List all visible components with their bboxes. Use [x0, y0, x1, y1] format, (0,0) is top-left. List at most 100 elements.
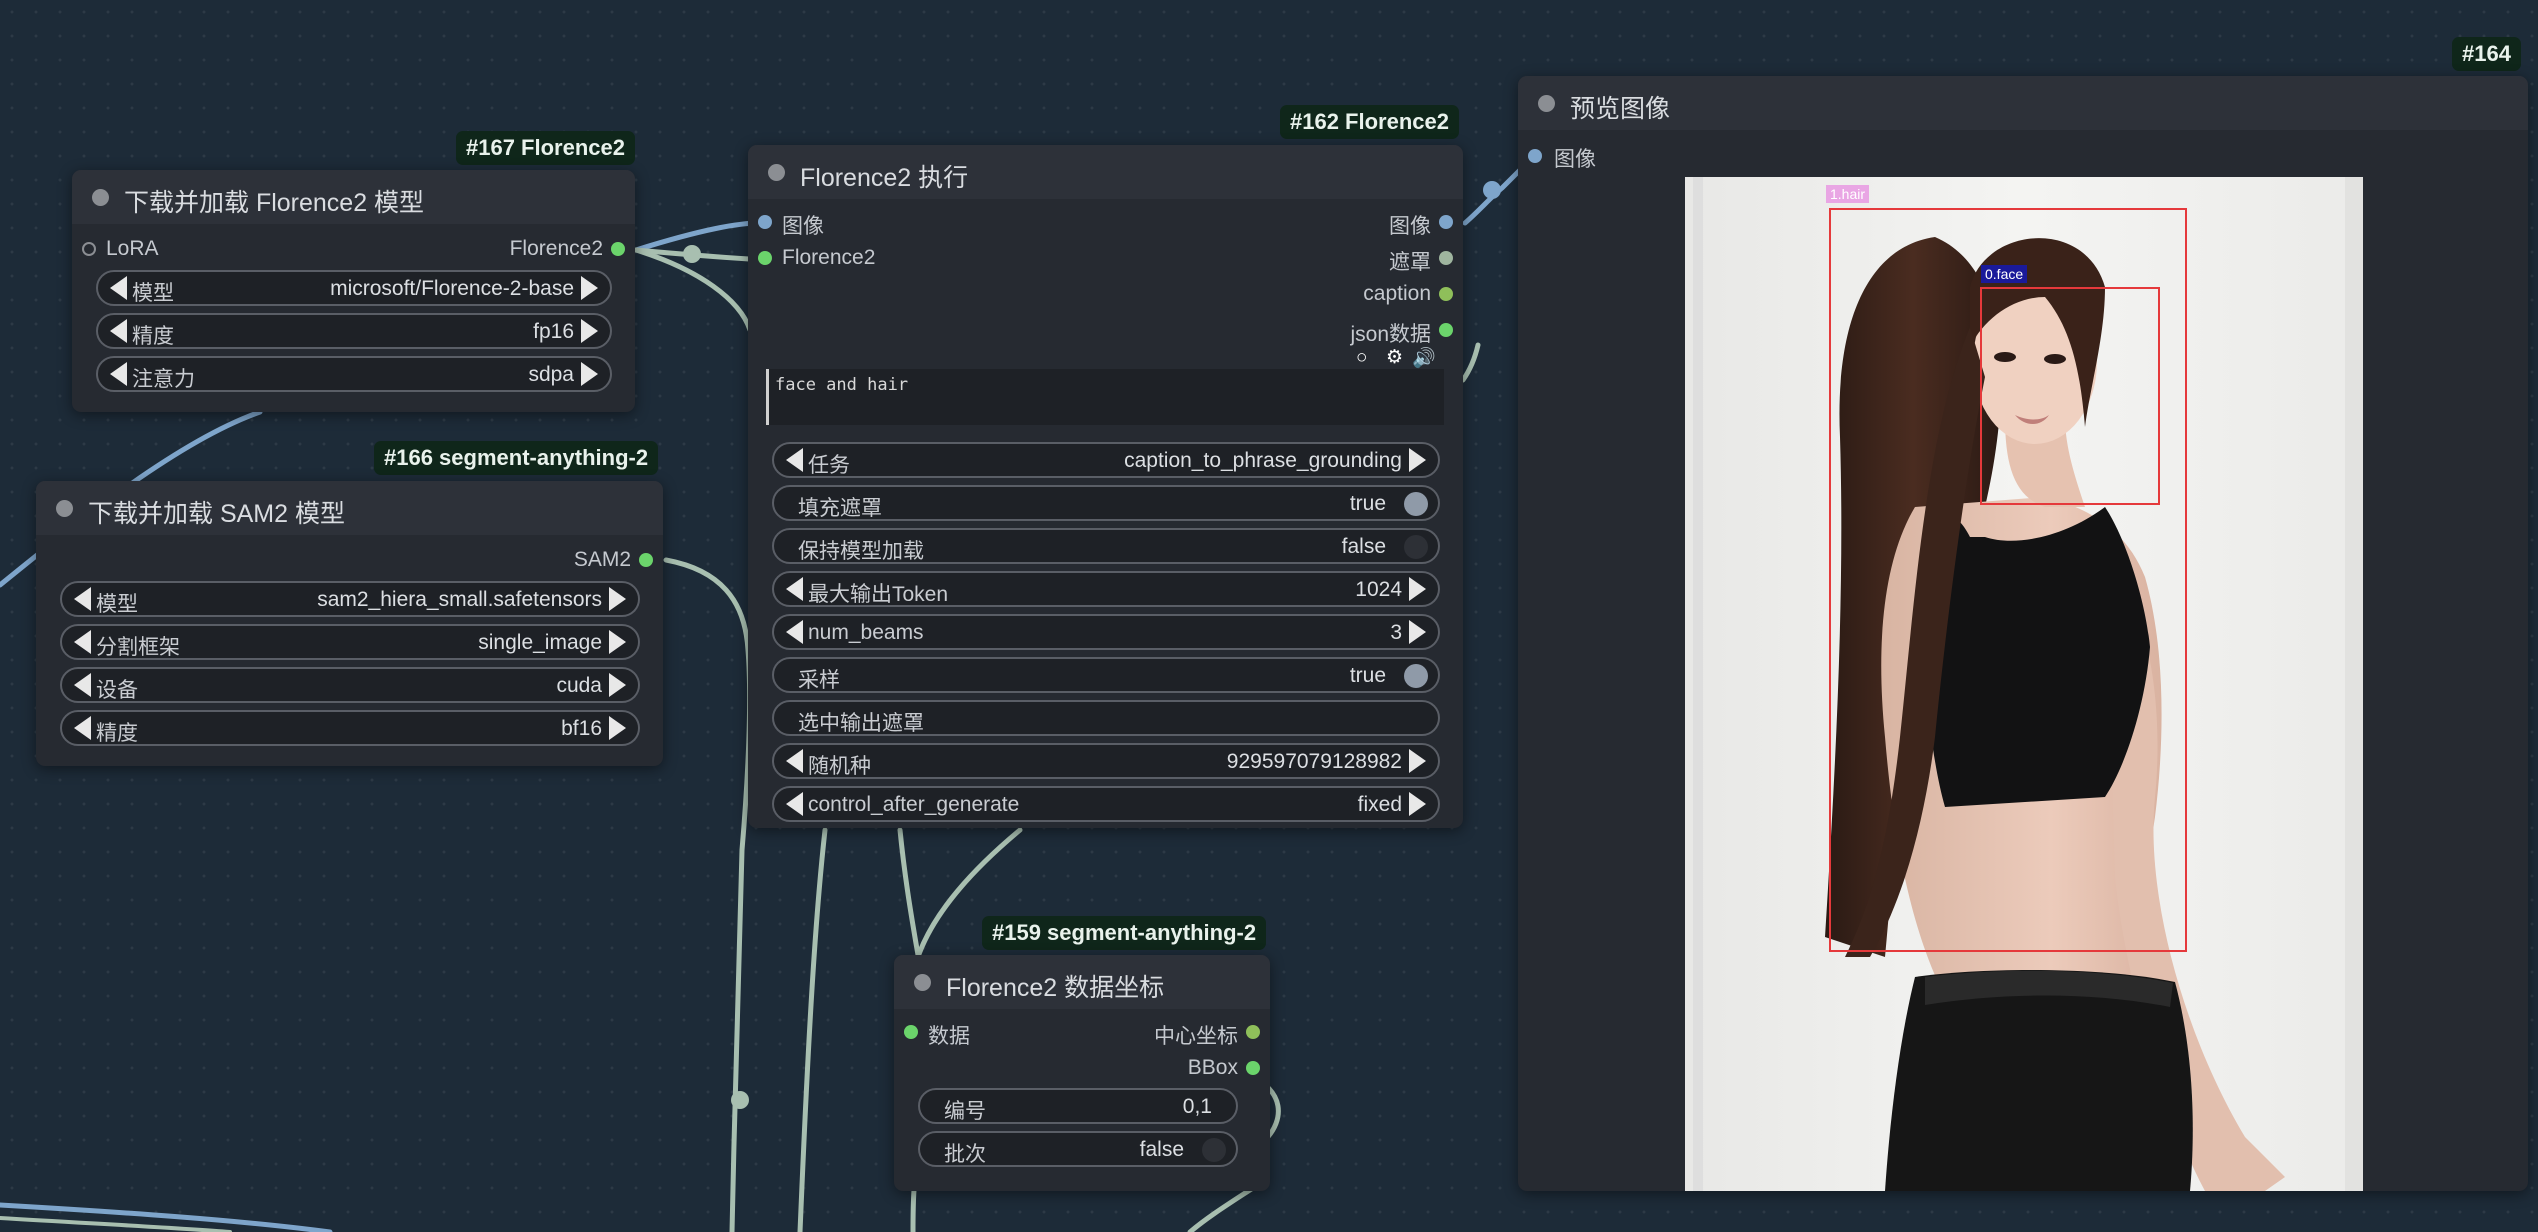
image-input-pin[interactable] — [758, 215, 772, 229]
output-mask-select-field[interactable]: 选中输出遮罩 — [772, 700, 1440, 736]
toggle-knob[interactable] — [1404, 492, 1428, 516]
lora-input-pin[interactable] — [82, 242, 96, 256]
bbox-output-pin[interactable] — [1246, 1061, 1260, 1075]
text-prompt-input[interactable]: face and hair — [766, 369, 1444, 425]
node-title: 预览图像 — [1570, 95, 1671, 123]
node-header[interactable]: 下载并加载 SAM2 模型 — [36, 481, 663, 535]
florence2-input-label: Florence2 — [782, 246, 876, 269]
keep-model-loaded-toggle[interactable]: 保持模型加载 false — [772, 528, 1440, 564]
preview-image: 1.hair 0.face — [1685, 177, 2363, 1191]
florence2-output-pin[interactable] — [611, 242, 625, 256]
control-after-generate-combo[interactable]: control_after_generate fixed — [772, 786, 1440, 822]
florence2-output-label: Florence2 — [509, 237, 603, 260]
seed-stepper[interactable]: 随机种 929597079128982 — [772, 743, 1440, 779]
node-title: Florence2 数据坐标 — [946, 974, 1165, 1002]
num-beams-stepper[interactable]: num_beams 3 — [772, 614, 1440, 650]
widget-label: 保持模型加载 — [798, 540, 924, 563]
attention-combo[interactable]: 注意力 sdpa — [96, 356, 612, 392]
speaker-icon[interactable]: 🔊 — [1412, 346, 1436, 370]
widget-value: bf16 — [561, 717, 602, 740]
do-sample-toggle[interactable]: 采样 true — [772, 657, 1440, 693]
status-circle-icon[interactable]: ○ — [1356, 347, 1367, 369]
model-combo[interactable]: 模型 sam2_hiera_small.safetensors — [60, 581, 640, 617]
arrow-right-icon[interactable] — [581, 362, 598, 386]
batch-toggle[interactable]: 批次 false — [918, 1131, 1238, 1167]
image-input-label: 图像 — [1554, 148, 1596, 171]
arrow-left-icon[interactable] — [74, 673, 91, 697]
bbox-output-label: BBox — [1187, 1056, 1238, 1079]
sam2-output-pin[interactable] — [639, 553, 653, 567]
arrow-left-icon[interactable] — [786, 577, 803, 601]
image-input-pin[interactable] — [1528, 149, 1542, 163]
toggle-knob[interactable] — [1202, 1138, 1226, 1162]
precision-combo[interactable]: 精度 bf16 — [60, 710, 640, 746]
node-header[interactable]: Florence2 数据坐标 — [894, 955, 1270, 1009]
mask-output-pin[interactable] — [1439, 251, 1453, 265]
arrow-right-icon[interactable] — [609, 587, 626, 611]
sam2-loader-node[interactable]: 下载并加载 SAM2 模型 SAM2 模型 sam2_hiera_small.s… — [36, 481, 663, 766]
arrow-left-icon[interactable] — [110, 362, 127, 386]
florence2-loader-node[interactable]: 下载并加载 Florence2 模型 LoRA Florence2 模型 mic… — [72, 170, 635, 412]
collapse-dot-icon[interactable] — [1538, 95, 1555, 112]
caption-output-pin[interactable] — [1439, 287, 1453, 301]
arrow-left-icon[interactable] — [786, 620, 803, 644]
gear-icon[interactable]: ⚙ — [1386, 346, 1403, 369]
device-combo[interactable]: 设备 cuda — [60, 667, 640, 703]
precision-combo[interactable]: 精度 fp16 — [96, 313, 612, 349]
arrow-left-icon[interactable] — [110, 276, 127, 300]
image-output-label: 图像 — [1389, 215, 1431, 238]
arrow-right-icon[interactable] — [1409, 577, 1426, 601]
widget-value: false — [1341, 535, 1386, 558]
arrow-left-icon[interactable] — [786, 448, 803, 472]
collapse-dot-icon[interactable] — [768, 164, 785, 181]
data-input-pin[interactable] — [904, 1025, 918, 1039]
sam2-output-label: SAM2 — [573, 548, 631, 571]
arrow-right-icon[interactable] — [1409, 749, 1426, 773]
collapse-dot-icon[interactable] — [914, 974, 931, 991]
task-combo[interactable]: 任务 caption_to_phrase_grounding — [772, 442, 1440, 478]
image-output-pin[interactable] — [1439, 215, 1453, 229]
widget-value: fixed — [1357, 793, 1402, 816]
collapse-dot-icon[interactable] — [92, 189, 109, 206]
fill-mask-toggle[interactable]: 填充遮罩 true — [772, 485, 1440, 521]
arrow-right-icon[interactable] — [1409, 620, 1426, 644]
arrow-left-icon[interactable] — [786, 749, 803, 773]
index-field[interactable]: 编号 0,1 — [918, 1088, 1238, 1124]
json-output-pin[interactable] — [1439, 323, 1453, 337]
node-header[interactable]: 预览图像 — [1518, 76, 2528, 130]
arrow-right-icon[interactable] — [581, 276, 598, 300]
toggle-knob[interactable] — [1404, 535, 1428, 559]
arrow-right-icon[interactable] — [1409, 448, 1426, 472]
florence2-run-node[interactable]: Florence2 执行 图像 Florence2 图像 遮罩 caption … — [748, 145, 1463, 828]
florence2-coordinates-node[interactable]: Florence2 数据坐标 数据 中心坐标 BBox 编号 0,1 批次 fa… — [894, 955, 1270, 1191]
model-combo[interactable]: 模型 microsoft/Florence-2-base — [96, 270, 612, 306]
widget-value: single_image — [478, 631, 602, 654]
arrow-left-icon[interactable] — [110, 319, 127, 343]
preview-image-node[interactable]: 预览图像 图像 1.hair 0.face — [1518, 76, 2528, 1191]
toggle-knob[interactable] — [1404, 664, 1428, 688]
node-id-badge: #164 — [2452, 37, 2521, 71]
node-header[interactable]: 下载并加载 Florence2 模型 — [72, 170, 635, 224]
arrow-left-icon[interactable] — [74, 587, 91, 611]
node-id-badge: #166 segment-anything-2 — [374, 441, 659, 475]
center-coords-output-pin[interactable] — [1246, 1025, 1260, 1039]
face-detection-label: 0.face — [1981, 265, 2028, 283]
arrow-left-icon[interactable] — [74, 630, 91, 654]
arrow-left-icon[interactable] — [74, 716, 91, 740]
widget-label: 选中输出遮罩 — [798, 712, 924, 735]
node-header[interactable]: Florence2 执行 — [748, 145, 1463, 199]
widget-label: 注意力 — [132, 368, 195, 391]
arrow-right-icon[interactable] — [609, 630, 626, 654]
max-tokens-stepper[interactable]: 最大输出Token 1024 — [772, 571, 1440, 607]
arrow-right-icon[interactable] — [1409, 792, 1426, 816]
widget-label: 模型 — [96, 593, 138, 616]
json-output-label: json数据 — [1350, 323, 1431, 346]
arrow-right-icon[interactable] — [609, 673, 626, 697]
widget-value: 1024 — [1355, 578, 1402, 601]
arrow-left-icon[interactable] — [786, 792, 803, 816]
collapse-dot-icon[interactable] — [56, 500, 73, 517]
florence2-input-pin[interactable] — [758, 251, 772, 265]
segmentor-combo[interactable]: 分割框架 single_image — [60, 624, 640, 660]
arrow-right-icon[interactable] — [609, 716, 626, 740]
arrow-right-icon[interactable] — [581, 319, 598, 343]
